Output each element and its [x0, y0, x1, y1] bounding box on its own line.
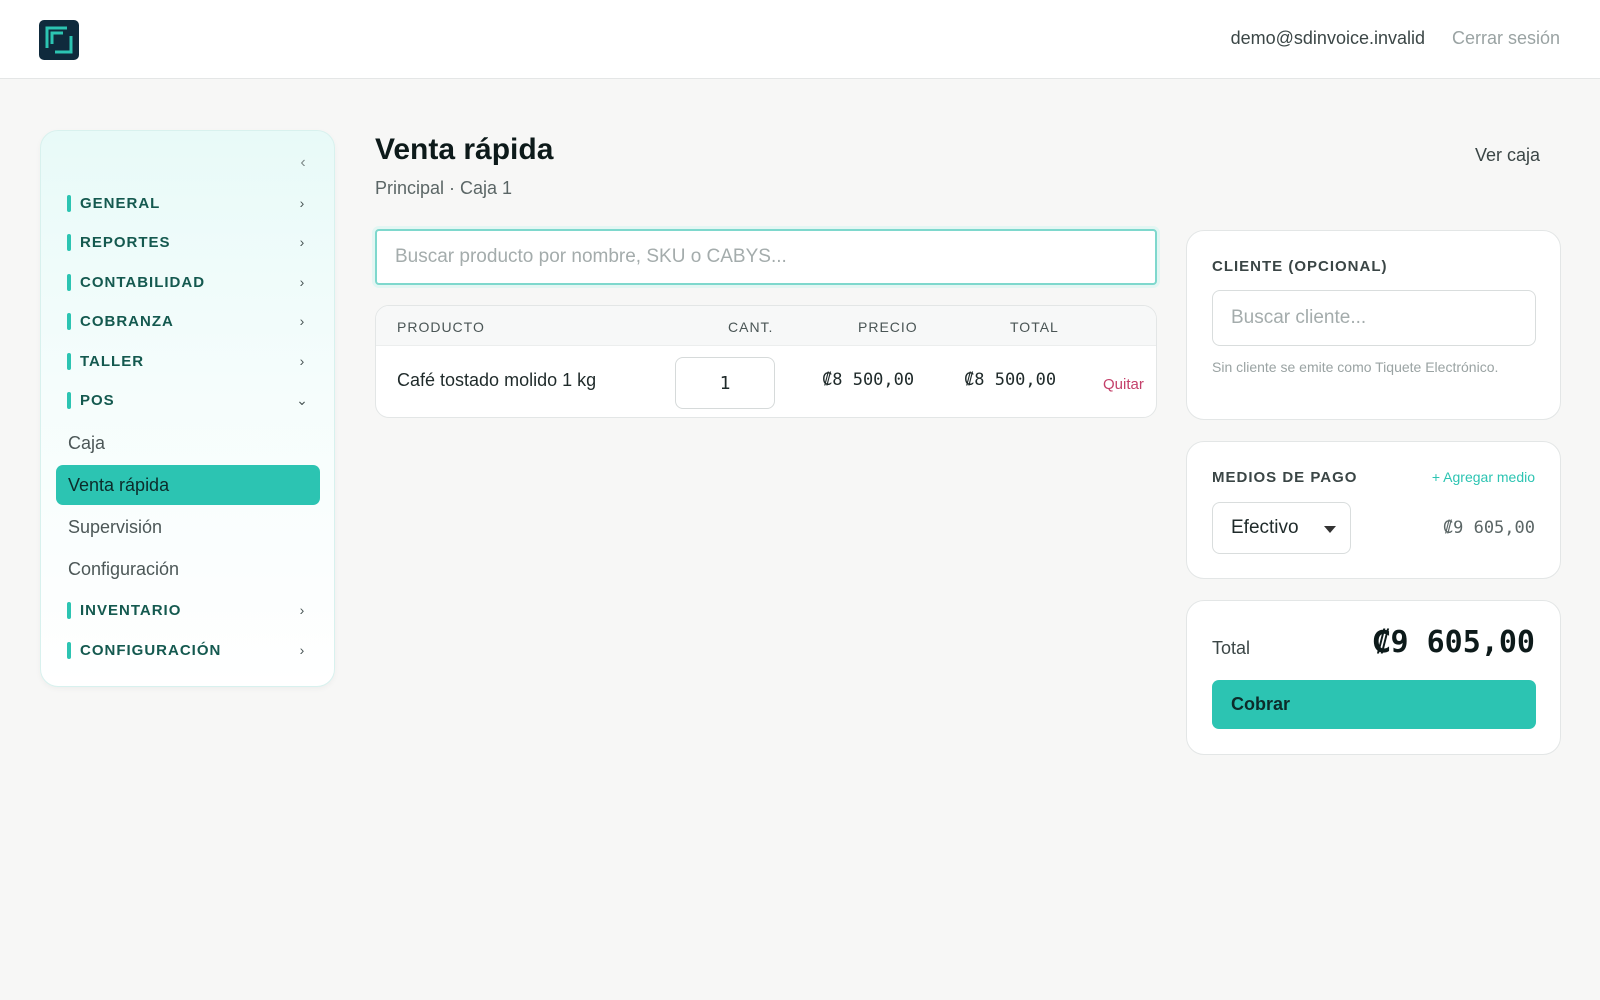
sidebar-group-label: TALLER: [80, 352, 145, 370]
sidebar-group-contabilidad[interactable]: CONTABILIDAD ›: [67, 268, 312, 296]
sidebar-group-label: COBRANZA: [80, 312, 174, 330]
chevron-down-icon: ⌄: [296, 391, 308, 408]
page-title: Venta rápida: [375, 133, 554, 166]
sidebar-group-label: CONFIGURACIÓN: [80, 641, 222, 659]
group-marker: [67, 233, 71, 251]
remove-item-button[interactable]: Quitar: [1103, 376, 1144, 393]
payment-method-value: Efectivo: [1231, 517, 1299, 538]
group-marker: [67, 391, 71, 409]
group-marker: [67, 641, 71, 659]
chevron-right-icon: ›: [299, 274, 305, 290]
sidebar-group-label: REPORTES: [80, 233, 171, 251]
charge-button[interactable]: Cobrar: [1212, 680, 1536, 729]
sidebar-group-label: INVENTARIO: [80, 601, 182, 619]
client-card: CLIENTE (OPCIONAL) Sin cliente se emite …: [1186, 230, 1561, 420]
sidebar-group-label: POS: [80, 391, 115, 409]
sidebar-item-configuracion-pos[interactable]: Configuración: [56, 549, 320, 589]
payment-card: MEDIOS DE PAGO + Agregar medio Efectivo …: [1186, 441, 1561, 579]
payment-method-select[interactable]: Efectivo: [1212, 502, 1351, 554]
column-header-precio: PRECIO: [858, 319, 918, 335]
add-payment-method-button[interactable]: + Agregar medio: [1432, 469, 1535, 485]
line-total: ₡8 500,00: [964, 370, 1057, 390]
chevron-right-icon: ›: [299, 353, 305, 369]
column-header-producto: PRODUCTO: [397, 319, 485, 335]
sidebar-group-label: GENERAL: [80, 194, 161, 212]
sdinvoice-logo-icon[interactable]: [39, 20, 79, 60]
quantity-input[interactable]: [675, 357, 775, 409]
chevron-right-icon: ›: [299, 234, 305, 250]
total-amount: ₡9 605,00: [1372, 625, 1535, 660]
unit-price: ₡8 500,00: [822, 370, 915, 390]
sidebar-item-supervision[interactable]: Supervisión: [56, 507, 320, 547]
sidebar-item-venta-rapida[interactable]: Venta rápida: [56, 465, 320, 505]
sidebar-group-inventario[interactable]: INVENTARIO ›: [67, 596, 312, 624]
client-hint: Sin cliente se emite como Tiquete Electr…: [1212, 359, 1499, 375]
column-header-cantidad: CANT.: [728, 319, 774, 335]
total-card: Total ₡9 605,00 Cobrar: [1186, 600, 1561, 755]
chevron-right-icon: ›: [299, 313, 305, 329]
sidebar-group-label: CONTABILIDAD: [80, 273, 206, 291]
top-bar: demo@sdinvoice.invalid Cerrar sesión: [0, 0, 1600, 79]
group-marker: [67, 273, 71, 291]
sidebar-group-reportes[interactable]: REPORTES ›: [67, 228, 312, 256]
user-email: demo@sdinvoice.invalid: [1230, 28, 1425, 48]
logout-link[interactable]: Cerrar sesión: [1452, 28, 1560, 49]
chevron-right-icon: ›: [299, 642, 305, 658]
chevron-left-icon[interactable]: ‹: [293, 153, 313, 173]
chevron-right-icon: ›: [299, 195, 305, 211]
sidebar-item-caja[interactable]: Caja: [56, 423, 320, 463]
total-label: Total: [1212, 638, 1251, 658]
chevron-right-icon: ›: [299, 602, 305, 618]
payment-amount: ₡9 605,00: [1442, 518, 1535, 538]
sidebar: ‹ GENERAL › REPORTES › CONTABILIDAD › CO…: [40, 130, 335, 687]
product-search-input[interactable]: [375, 229, 1157, 285]
client-search-input[interactable]: [1212, 290, 1536, 346]
client-card-title: CLIENTE (OPCIONAL): [1212, 258, 1388, 275]
sidebar-group-pos[interactable]: POS ⌄: [67, 386, 312, 414]
group-marker: [67, 194, 71, 212]
group-marker: [67, 312, 71, 330]
group-marker: [67, 352, 71, 370]
ver-caja-link[interactable]: Ver caja: [1475, 145, 1540, 166]
sidebar-group-cobranza[interactable]: COBRANZA ›: [67, 307, 312, 335]
column-header-total: TOTAL: [1010, 319, 1059, 335]
sidebar-group-configuracion[interactable]: CONFIGURACIÓN ›: [67, 636, 312, 664]
sidebar-group-taller[interactable]: TALLER ›: [67, 347, 312, 375]
payment-card-title: MEDIOS DE PAGO: [1212, 469, 1358, 486]
cart-table: PRODUCTO CANT. PRECIO TOTAL Café tostado…: [375, 305, 1157, 418]
table-header: PRODUCTO CANT. PRECIO TOTAL: [376, 306, 1156, 346]
caret-down-icon: [1324, 526, 1336, 533]
sidebar-group-general[interactable]: GENERAL ›: [67, 189, 312, 217]
product-name: Café tostado molido 1 kg: [397, 370, 597, 390]
group-marker: [67, 601, 71, 619]
page-subtitle: Principal · Caja 1: [375, 178, 513, 198]
